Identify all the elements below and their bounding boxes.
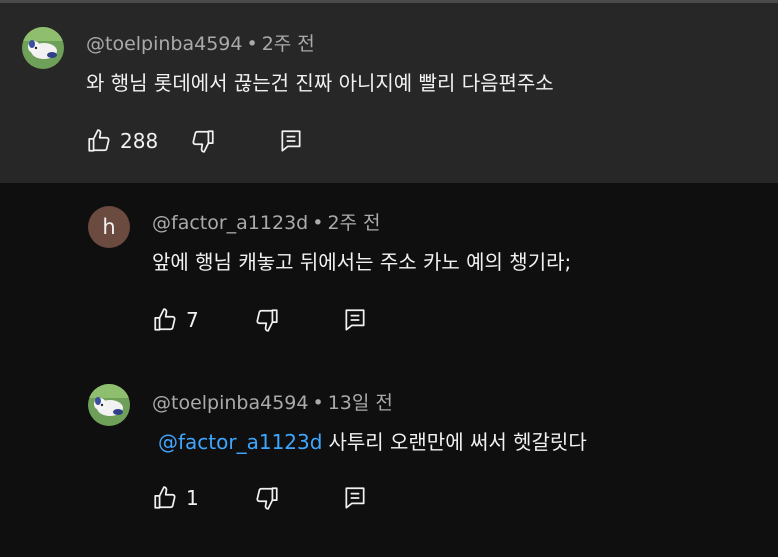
comment-time[interactable]: 13일 전	[328, 392, 393, 414]
comment-meta: @factor_a1123d • 2주 전	[152, 208, 381, 235]
like-button[interactable]: 7	[152, 307, 199, 333]
thumbs-up-icon	[154, 308, 176, 331]
dislike-button[interactable]	[190, 128, 216, 154]
comment-body: 사투리 오랜만에 써서 헷갈릿다	[328, 430, 587, 454]
comment-author[interactable]: @toelpinba4594	[152, 392, 308, 414]
puppy-avatar-icon	[88, 384, 130, 426]
avatar[interactable]	[88, 384, 130, 426]
comment-text: 와 행님 롯데에서 끊는건 진짜 아니지예 빨리 다음편주소	[86, 71, 554, 95]
reply-button[interactable]	[342, 307, 368, 333]
reply-icon	[281, 130, 301, 152]
comment-time[interactable]: 2주 전	[327, 212, 380, 234]
comment-actions: 288	[86, 126, 304, 156]
like-count: 1	[186, 486, 199, 510]
like-button[interactable]: 288	[86, 128, 158, 154]
thumbs-up-icon	[88, 129, 110, 152]
reply-icon	[345, 309, 365, 331]
dislike-button[interactable]	[254, 485, 280, 511]
meta-separator: •	[246, 33, 258, 55]
comment-meta: @toelpinba4594 • 2주 전	[86, 29, 315, 56]
thumbs-up-icon	[154, 486, 176, 509]
mention-link[interactable]: @factor_a1123d	[158, 430, 322, 454]
reply-button[interactable]	[278, 128, 304, 154]
like-button[interactable]: 1	[152, 485, 199, 511]
comment-author[interactable]: @factor_a1123d	[152, 212, 308, 234]
comment-actions: 1	[152, 483, 368, 513]
meta-separator: •	[312, 392, 324, 414]
avatar-letter: h	[102, 215, 116, 239]
comment-actions: 7	[152, 305, 368, 335]
dislike-button[interactable]	[254, 307, 280, 333]
puppy-avatar-icon	[22, 27, 64, 69]
comment-time[interactable]: 2주 전	[262, 33, 315, 55]
meta-separator: •	[312, 212, 324, 234]
comment-text: 앞에 행님 캐놓고 뒤에서는 주소 카노 예의 챙기라;	[152, 250, 572, 274]
thumbs-down-icon	[192, 130, 214, 153]
avatar[interactable]: h	[88, 206, 130, 248]
reply-icon	[345, 487, 365, 509]
comment-author[interactable]: @toelpinba4594	[86, 33, 242, 55]
reply-button[interactable]	[342, 485, 368, 511]
like-count: 7	[186, 308, 199, 332]
like-count: 288	[120, 129, 159, 153]
thumbs-down-icon	[256, 487, 278, 510]
avatar[interactable]	[22, 27, 64, 69]
comment-text: @factor_a1123d 사투리 오랜만에 써서 헷갈릿다	[158, 426, 587, 455]
comment-meta: @toelpinba4594 • 13일 전	[152, 388, 393, 415]
thumbs-down-icon	[256, 309, 278, 332]
